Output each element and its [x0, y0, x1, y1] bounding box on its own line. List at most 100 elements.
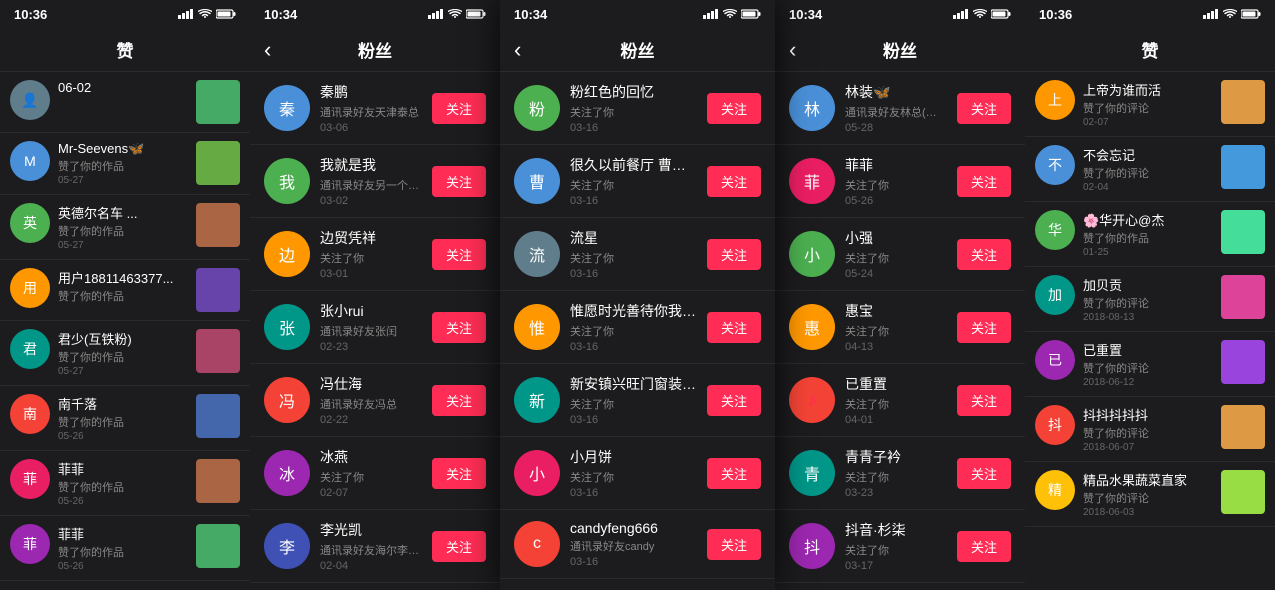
- back-button[interactable]: ‹: [264, 39, 271, 61]
- item-name: 抖音·杉柒: [845, 520, 947, 540]
- list-item: 抖 抖抖抖抖抖 赞了你的评论 2018-06-07: [1025, 397, 1275, 462]
- list-item: 上 上帝为谁而活 赞了你的评论 02-07: [1025, 72, 1275, 137]
- item-sub: 关注了你: [845, 542, 947, 558]
- follow-button[interactable]: 关注: [957, 531, 1011, 562]
- praise-thumbnail: [196, 203, 240, 247]
- nav-title: 粉丝: [883, 37, 917, 62]
- nav-title: 赞: [1142, 37, 1159, 62]
- list-item: 新 新安镇兴旺门窗装饰部 关注了你 03-16 关注: [500, 364, 775, 437]
- list-item: 加 加贝贡 赞了你的评论 2018-08-13: [1025, 267, 1275, 332]
- list-item: 曹 很久以前餐厅 曹世坚 关注了你 03-16 关注: [500, 145, 775, 218]
- item-name: 流星: [570, 228, 697, 248]
- avatar: 👤: [10, 80, 50, 120]
- follow-button[interactable]: 关注: [957, 385, 1011, 416]
- item-name: 上帝为谁而活: [1083, 80, 1213, 99]
- follow-button[interactable]: 关注: [957, 458, 1011, 489]
- status-icons: [428, 9, 486, 19]
- item-date: 01-25: [1083, 247, 1213, 258]
- status-time: 10:36: [1039, 7, 1072, 22]
- avatar: 我: [264, 158, 310, 204]
- list-item: 小 小强 关注了你 05-24 关注: [775, 218, 1025, 291]
- item-name: 粉红色的回忆: [570, 82, 697, 102]
- follow-button[interactable]: 关注: [707, 239, 761, 270]
- follow-button[interactable]: 关注: [707, 93, 761, 124]
- status-icons: [703, 9, 761, 19]
- praise-action: 赞了你的评论: [1083, 360, 1213, 376]
- nav-title: 赞: [117, 37, 134, 62]
- avatar: 加: [1035, 275, 1075, 315]
- item-info: 用户18811463377... 赞了你的作品: [58, 268, 188, 305]
- follow-button[interactable]: 关注: [957, 93, 1011, 124]
- follow-button[interactable]: 关注: [707, 166, 761, 197]
- item-date: 03-16: [570, 268, 697, 280]
- item-info: 精品水果蔬菜直家 赞了你的评论 2018-06-03: [1083, 470, 1213, 518]
- avatar: 抖: [789, 523, 835, 569]
- praise-thumbnail: [1221, 145, 1265, 189]
- item-name: 君少(互铁粉): [58, 329, 188, 348]
- follow-button[interactable]: 关注: [432, 531, 486, 562]
- praise-thumbnail: [196, 329, 240, 373]
- back-button[interactable]: ‹: [789, 39, 796, 61]
- item-info: 已重置 关注了你 04-01: [845, 374, 947, 426]
- item-sub: 关注了你: [570, 177, 697, 193]
- praise-thumbnail: [1221, 340, 1265, 384]
- item-name: 冰燕: [320, 447, 422, 467]
- item-info: 冯仕海 通讯录好友冯总 02-22: [320, 374, 422, 426]
- follow-button[interactable]: 关注: [957, 166, 1011, 197]
- follow-button[interactable]: 关注: [432, 385, 486, 416]
- follow-button[interactable]: 关注: [707, 458, 761, 489]
- item-sub: 通讯录好友张闰: [320, 323, 422, 339]
- item-sub: 关注了你: [570, 396, 697, 412]
- item-name: 用户18811463377...: [58, 268, 188, 287]
- item-name: 边贸凭祥: [320, 228, 422, 248]
- list-item: 惟 惟愿时光善待你我的青春 关注了你 03-16 关注: [500, 291, 775, 364]
- follow-button[interactable]: 关注: [432, 239, 486, 270]
- avatar: 君: [10, 329, 50, 369]
- status-icons: [953, 9, 1011, 19]
- list-item: 精 精品水果蔬菜直家 赞了你的评论 2018-06-03: [1025, 462, 1275, 527]
- avatar: 惟: [514, 304, 560, 350]
- item-date: 05-27: [58, 240, 188, 251]
- item-info: 菲菲 赞了你的作品 05-26: [58, 524, 188, 572]
- follow-button[interactable]: 关注: [707, 385, 761, 416]
- list-item: 张 张小rui 通讯录好友张闰 02-23 关注: [250, 291, 500, 364]
- status-bar: 10:36: [1025, 0, 1275, 28]
- praise-thumbnail: [1221, 405, 1265, 449]
- item-name: 加贝贡: [1083, 275, 1213, 294]
- item-name: 青青子衿: [845, 447, 947, 467]
- item-name: 小强: [845, 228, 947, 248]
- item-sub: 通讯录好友天津泰总: [320, 104, 422, 120]
- follow-button[interactable]: 关注: [432, 93, 486, 124]
- follow-button[interactable]: 关注: [432, 312, 486, 343]
- item-name: 我就是我: [320, 155, 422, 175]
- item-info: 君少(互铁粉) 赞了你的作品 05-27: [58, 329, 188, 377]
- item-name: 抖抖抖抖抖: [1083, 405, 1213, 424]
- item-name: 英德尔名车 ...: [58, 203, 188, 222]
- item-name: 很久以前餐厅 曹世坚: [570, 155, 697, 175]
- item-info: 06-02: [58, 80, 188, 96]
- item-date: 2018-06-03: [1083, 507, 1213, 518]
- follow-button[interactable]: 关注: [707, 312, 761, 343]
- follow-button[interactable]: 关注: [707, 529, 761, 560]
- item-name: 🌸华开心@杰: [1083, 210, 1213, 229]
- item-sub: 通讯录好友另一个电话: [320, 177, 422, 193]
- list-item: 抖 抖音·杉柒 关注了你 03-17 关注: [775, 510, 1025, 583]
- item-sub: 关注了你: [845, 250, 947, 266]
- phone-panel-panel-fans-middle: 10:34 ‹ 粉丝 粉 粉红色的回忆 关注了你 03-16: [500, 0, 775, 590]
- avatar: 南: [10, 394, 50, 434]
- praise-list: 👤 06-02 M Mr-Seevens🦋 赞了你的作品 05-27 英: [0, 72, 250, 590]
- praise-action: 赞了你的作品: [1083, 230, 1213, 246]
- list-item: 李 李光凯 通讯录好友海尔李光凯 02-04 关注: [250, 510, 500, 583]
- follow-button[interactable]: 关注: [432, 458, 486, 489]
- avatar: 边: [264, 231, 310, 277]
- list-item: 英 英德尔名车 ... 赞了你的作品 05-27: [0, 195, 250, 260]
- avatar: 华: [1035, 210, 1075, 250]
- follow-button[interactable]: 关注: [957, 239, 1011, 270]
- list-item: c candyfeng666 通讯录好友candy 03-16 关注: [500, 510, 775, 579]
- follow-button[interactable]: 关注: [432, 166, 486, 197]
- back-button[interactable]: ‹: [514, 39, 521, 61]
- item-info: 已重置 赞了你的评论 2018-06-12: [1083, 340, 1213, 388]
- follow-button[interactable]: 关注: [957, 312, 1011, 343]
- avatar: 已: [1035, 340, 1075, 380]
- nav-bar: 赞: [0, 28, 250, 72]
